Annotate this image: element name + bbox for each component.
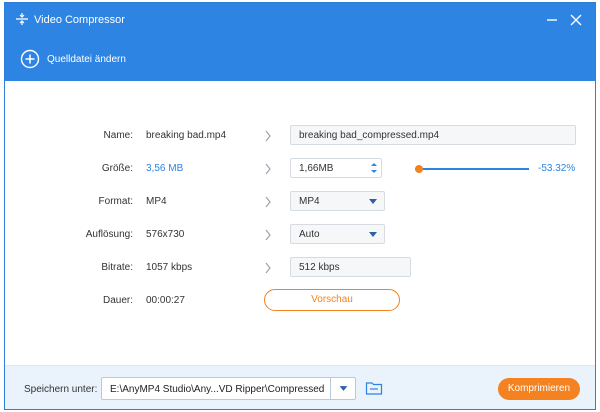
size-label: Größe:: [101, 163, 133, 174]
chevron-right-icon: [265, 130, 271, 142]
name-value: breaking bad.mp4: [146, 130, 227, 141]
minimize-button[interactable]: [543, 11, 561, 29]
chevron-down-icon: [369, 199, 377, 204]
name-label: Name:: [103, 130, 133, 141]
compress-button[interactable]: Komprimieren: [498, 378, 580, 400]
save-path-input[interactable]: E:\AnyMP4 Studio\Any...VD Ripper\Compres…: [101, 377, 356, 400]
chevron-right-icon: [265, 163, 271, 175]
size-slider[interactable]: [415, 162, 529, 176]
resolution-select[interactable]: Auto: [290, 224, 385, 244]
resolution-row: Auflösung: 576x730 Auto: [5, 224, 595, 246]
resolution-selected: Auto: [299, 229, 320, 240]
title-bar: Video Compressor: [5, 3, 595, 37]
slider-track: [415, 168, 529, 170]
app-window: Video Compressor Quelldatei ändern Name:…: [4, 2, 596, 410]
slider-thumb[interactable]: [415, 165, 423, 173]
duration-row: Dauer: 00:00:27 Vorschau: [5, 289, 595, 312]
chevron-right-icon: [265, 229, 271, 241]
toolbar: Quelldatei ändern: [5, 37, 595, 81]
chevron-down-icon: [369, 232, 377, 237]
output-name-input[interactable]: breaking bad_compressed.mp4: [290, 125, 576, 145]
folder-icon[interactable]: [365, 380, 383, 396]
bitrate-row: Bitrate: 1057 kbps 512 kbps: [5, 257, 595, 279]
change-source-button[interactable]: Quelldatei ändern: [20, 48, 126, 70]
chevron-right-icon: [265, 196, 271, 208]
size-value: 3,56 MB: [146, 163, 184, 174]
bitrate-label: Bitrate:: [101, 262, 133, 273]
chevron-right-icon: [265, 262, 271, 274]
format-label: Format:: [98, 196, 133, 207]
change-source-label: Quelldatei ändern: [47, 53, 126, 65]
format-selected: MP4: [299, 196, 320, 207]
compress-icon: [16, 13, 28, 25]
name-row: Name: breaking bad.mp4 breaking bad_comp…: [5, 125, 595, 147]
close-button[interactable]: [567, 11, 585, 29]
window-title: Video Compressor: [34, 14, 125, 26]
save-path-text: E:\AnyMP4 Studio\Any...VD Ripper\Compres…: [110, 384, 325, 395]
path-dropdown-button[interactable]: [330, 377, 356, 400]
format-row: Format: MP4 MP4: [5, 191, 595, 213]
preview-button[interactable]: Vorschau: [264, 289, 400, 311]
plus-circle-icon: [20, 49, 40, 69]
settings-panel: Name: breaking bad.mp4 breaking bad_comp…: [5, 81, 595, 365]
output-bitrate-field: 512 kbps: [290, 257, 411, 277]
format-select[interactable]: MP4: [290, 191, 385, 211]
resolution-value: 576x730: [146, 229, 185, 240]
duration-value: 00:00:27: [146, 295, 185, 306]
size-row: Größe: 3,56 MB 1,66MB -53.32%: [5, 158, 595, 180]
duration-label: Dauer:: [102, 295, 133, 306]
size-stepper[interactable]: [367, 158, 381, 178]
bitrate-value: 1057 kbps: [146, 262, 193, 273]
format-value: MP4: [146, 196, 167, 207]
save-location-label: Speichern unter:: [24, 384, 98, 395]
footer-bar: Speichern unter: E:\AnyMP4 Studio\Any...…: [5, 365, 595, 409]
size-percent: -53.32%: [538, 163, 576, 174]
resolution-label: Auflösung:: [85, 229, 133, 240]
